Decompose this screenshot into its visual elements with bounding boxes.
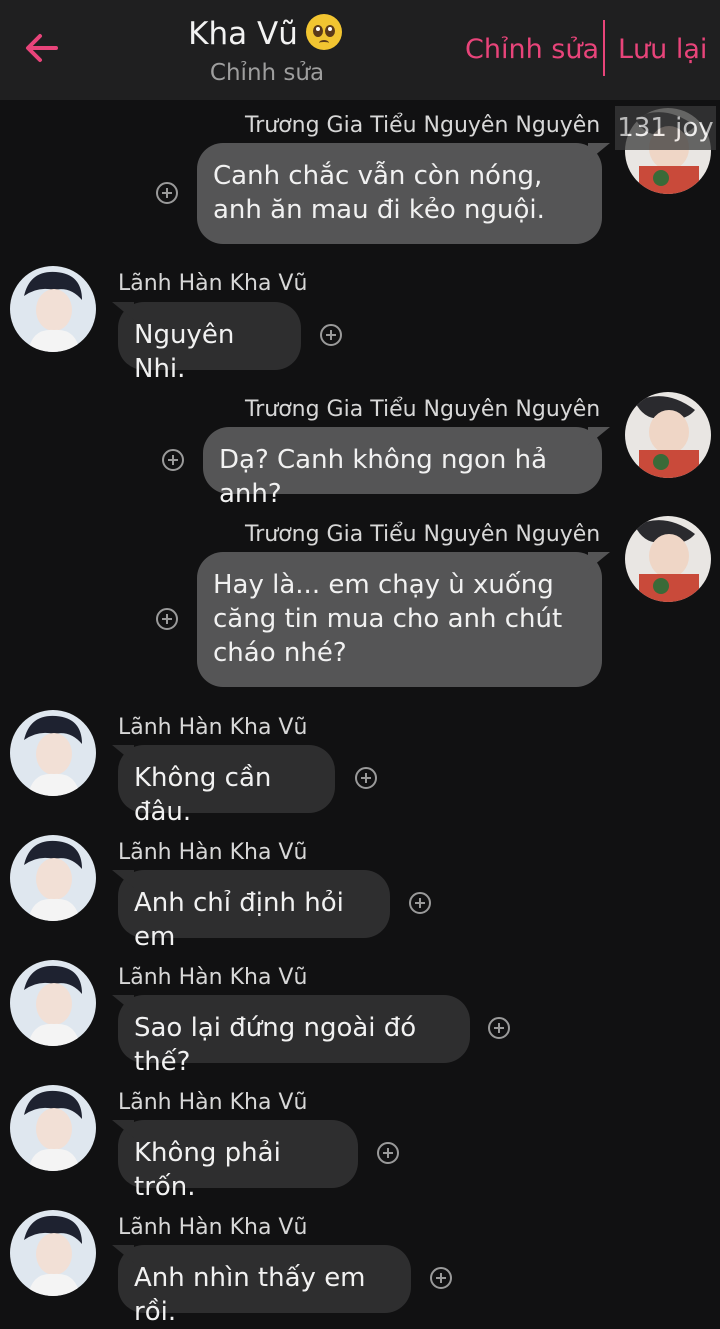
sender-name: Trương Gia Tiểu Nguyên Nguyên <box>245 522 601 547</box>
chat-title: Kha Vũ <box>0 14 530 52</box>
sender-avatar[interactable] <box>10 710 96 796</box>
message-bubble[interactable]: Dạ? Canh không ngon hả anh? <box>203 427 602 509</box>
add-reaction-icon[interactable] <box>156 608 178 630</box>
message-bubble[interactable]: Anh chỉ định hỏi em <box>118 870 390 952</box>
sender-name: Lãnh Hàn Kha Vũ <box>118 271 308 296</box>
save-button[interactable]: Lưu lại <box>618 34 707 65</box>
sender-name: Lãnh Hàn Kha Vũ <box>118 965 308 990</box>
sender-avatar[interactable] <box>625 516 711 602</box>
message-bubble[interactable]: Không cần đâu. <box>118 745 335 827</box>
sender-avatar[interactable] <box>625 392 711 478</box>
sender-name: Lãnh Hàn Kha Vũ <box>118 715 308 740</box>
sender-name: Lãnh Hàn Kha Vũ <box>118 1090 308 1115</box>
message-bubble[interactable]: Hay là... em chạy ù xuống căng tin mua c… <box>197 552 602 687</box>
pleading-face-icon <box>305 14 342 50</box>
sender-name: Lãnh Hàn Kha Vũ <box>118 1215 308 1240</box>
add-reaction-icon[interactable] <box>162 449 184 471</box>
sender-name: Lãnh Hàn Kha Vũ <box>118 840 308 865</box>
sender-name: Trương Gia Tiểu Nguyên Nguyên <box>245 113 601 138</box>
sender-avatar[interactable] <box>10 835 96 921</box>
message-bubble[interactable]: Sao lại đứng ngoài đó thế? <box>118 995 470 1077</box>
sender-avatar[interactable] <box>10 1085 96 1171</box>
sender-name: Trương Gia Tiểu Nguyên Nguyên <box>245 397 601 422</box>
counter-badge: 131 joy <box>615 106 716 150</box>
message-bubble[interactable]: Canh chắc vẫn còn nóng, anh ăn mau đi kẻ… <box>197 143 602 244</box>
message-bubble[interactable]: Không phải trốn. <box>118 1120 358 1202</box>
add-reaction-icon[interactable] <box>430 1267 452 1289</box>
top-bar: Kha Vũ Chỉnh sửa Chỉnh sửa Lưu lại <box>0 0 720 100</box>
add-reaction-icon[interactable] <box>377 1142 399 1164</box>
chat-title-text: Kha Vũ <box>188 16 298 52</box>
message-bubble[interactable]: Nguyên Nhi. <box>118 302 301 384</box>
add-reaction-icon[interactable] <box>320 324 342 346</box>
chat-subtitle: Chỉnh sửa <box>209 60 325 86</box>
sender-avatar[interactable] <box>10 266 96 352</box>
add-reaction-icon[interactable] <box>156 182 178 204</box>
add-reaction-icon[interactable] <box>409 892 431 914</box>
sender-avatar[interactable] <box>10 1210 96 1296</box>
header-divider <box>603 20 605 76</box>
edit-button[interactable]: Chỉnh sửa <box>465 34 599 65</box>
add-reaction-icon[interactable] <box>355 767 377 789</box>
sender-avatar[interactable] <box>10 960 96 1046</box>
message-bubble[interactable]: Anh nhìn thấy em rồi. <box>118 1245 411 1327</box>
add-reaction-icon[interactable] <box>488 1017 510 1039</box>
